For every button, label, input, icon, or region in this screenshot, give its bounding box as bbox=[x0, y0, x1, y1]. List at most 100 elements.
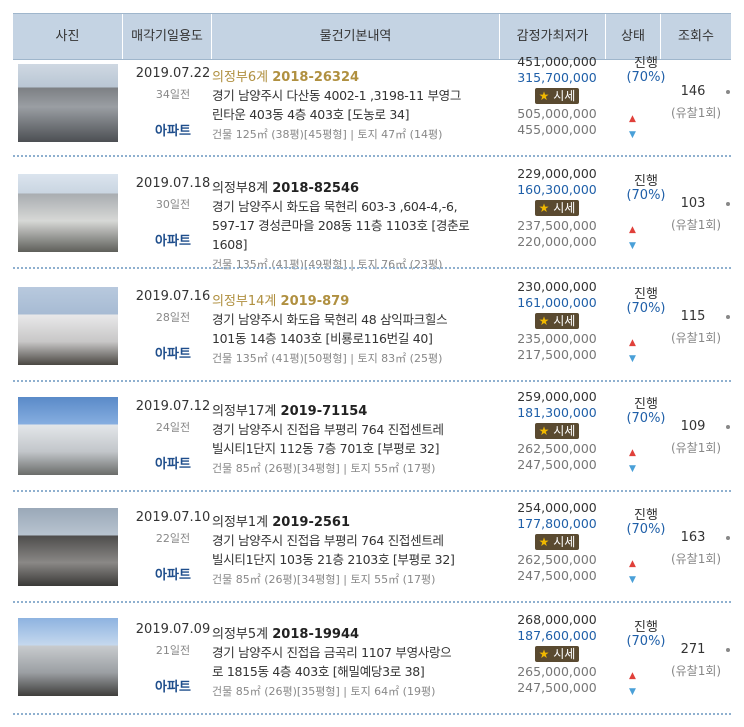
usage-link[interactable]: 아파트 bbox=[123, 120, 223, 139]
table-row[interactable]: 2019.07.16 28일전 아파트 의정부14계 2019-879 경기 남… bbox=[13, 271, 731, 382]
days-left: 22일전 bbox=[155, 532, 191, 545]
address[interactable]: 경기 남양주시 다산동 4002-1 ,3198-11 부영그 린타운 403동… bbox=[212, 86, 500, 124]
usage-link[interactable]: 아파트 bbox=[123, 230, 223, 249]
appraisal-price: 254,000,000 bbox=[517, 500, 597, 515]
address-line: 1608] bbox=[212, 237, 248, 252]
fail-count: (유찰1회) bbox=[670, 106, 722, 120]
case-number[interactable]: 2018-26324 bbox=[272, 70, 359, 85]
triangle-up-icon: ▲ bbox=[629, 338, 636, 348]
appraisal-price: 259,000,000 bbox=[517, 389, 597, 404]
usage-link[interactable]: 아파트 bbox=[123, 676, 223, 695]
sise-label: 시세 bbox=[553, 647, 576, 661]
address-line: 린타운 403동 4층 403호 [도농로 34] bbox=[212, 107, 410, 122]
table-row[interactable]: 2019.07.18 30일전 아파트 의정부8계 2018-82546 경기 … bbox=[13, 158, 731, 271]
address-line: 경기 남양주시 진접읍 금곡리 1107 부영사랑으 bbox=[212, 645, 452, 660]
status-label: 진행 bbox=[634, 174, 658, 189]
area-spec: 건물 85㎡ (26평)[34평형] | 토지 55㎡ (17평) bbox=[212, 462, 436, 475]
market-price-button[interactable]: ★ 시세 bbox=[534, 88, 580, 104]
address-line: 경기 남양주시 화도읍 묵현리 48 삼익파크힐스 bbox=[212, 312, 448, 327]
table-row[interactable]: 2019.07.09 21일전 아파트 의정부5계 2018-19944 경기 … bbox=[13, 604, 731, 715]
bullet-icon bbox=[726, 648, 730, 652]
area-spec: 건물 85㎡ (26평)[34평형] | 토지 55㎡ (17평) bbox=[212, 573, 436, 586]
minimum-price: 187,600,000 bbox=[517, 628, 597, 643]
court-name: 의정부5계 bbox=[212, 627, 269, 642]
case-number[interactable]: 2018-82546 bbox=[272, 181, 359, 196]
price-block: 254,000,000 177,800,000 ★ 시세 262,500,000… bbox=[504, 500, 610, 584]
appraisal-price: 268,000,000 bbox=[517, 612, 597, 627]
price-block: 259,000,000 181,300,000 ★ 시세 262,500,000… bbox=[504, 389, 610, 473]
address[interactable]: 경기 남양주시 진접읍 부평리 764 진접센트레 빌시티1단지 103동 21… bbox=[212, 531, 500, 569]
sise-label: 시세 bbox=[553, 535, 576, 549]
property-photo[interactable] bbox=[18, 508, 118, 586]
case-line[interactable]: 의정부8계 2018-82546 bbox=[212, 177, 500, 196]
table-row[interactable]: 2019.07.12 24일전 아파트 의정부17계 2019-71154 경기… bbox=[13, 381, 731, 492]
property-photo[interactable] bbox=[18, 287, 118, 365]
case-line[interactable]: 의정부14계 2019-879 bbox=[212, 290, 500, 309]
star-icon: ★ bbox=[538, 647, 550, 661]
area-spec: 건물 135㎡ (41평)[49평형] | 토지 76㎡ (23평) bbox=[212, 258, 443, 271]
area-spec: 건물 85㎡ (26평)[35평형] | 토지 64㎡ (19평) bbox=[212, 685, 436, 698]
area-spec: 건물 125㎡ (38평)[45평형] | 토지 47㎡ (14평) bbox=[212, 128, 443, 141]
market-price-button[interactable]: ★ 시세 bbox=[534, 423, 580, 439]
market-price-button[interactable]: ★ 시세 bbox=[534, 534, 580, 550]
sale-date: 2019.07.22 bbox=[135, 66, 211, 81]
table-row[interactable]: 2019.07.10 22일전 아파트 의정부1계 2019-2561 경기 남… bbox=[13, 492, 731, 603]
table-row[interactable]: 2019.07.22 34일전 아파트 의정부6계 2018-26324 경기 … bbox=[13, 46, 731, 157]
case-number[interactable]: 2019-2561 bbox=[272, 515, 350, 530]
triangle-up-icon: ▲ bbox=[629, 671, 636, 681]
case-line[interactable]: 의정부1계 2019-2561 bbox=[212, 511, 500, 530]
case-line[interactable]: 의정부17계 2019-71154 bbox=[212, 400, 500, 419]
market-low-price: 220,000,000 bbox=[517, 234, 597, 249]
case-line[interactable]: 의정부5계 2018-19944 bbox=[212, 623, 500, 642]
market-high-price: 237,500,000 bbox=[517, 218, 597, 233]
usage-link[interactable]: 아파트 bbox=[123, 343, 223, 362]
market-price-button[interactable]: ★ 시세 bbox=[534, 646, 580, 662]
triangle-down-icon: ▼ bbox=[629, 464, 636, 474]
case-number[interactable]: 2018-19944 bbox=[272, 627, 359, 642]
fail-count: (유찰1회) bbox=[670, 218, 722, 232]
market-high-price: 262,500,000 bbox=[517, 552, 597, 567]
sale-date: 2019.07.12 bbox=[135, 399, 211, 414]
sale-date: 2019.07.09 bbox=[135, 622, 211, 637]
usage-link[interactable]: 아파트 bbox=[123, 453, 223, 472]
market-low-price: 217,500,000 bbox=[517, 347, 597, 362]
case-number[interactable]: 2019-71154 bbox=[281, 404, 368, 419]
court-name: 의정부8계 bbox=[212, 181, 269, 196]
row-separator bbox=[13, 601, 731, 603]
fail-count: (유찰1회) bbox=[670, 331, 722, 345]
status-label: 진행 bbox=[634, 508, 658, 523]
market-low-price: 247,500,000 bbox=[517, 680, 597, 695]
property-info: 의정부5계 2018-19944 경기 남양주시 진접읍 금곡리 1107 부영… bbox=[212, 623, 500, 699]
market-price-button[interactable]: ★ 시세 bbox=[534, 200, 580, 216]
market-high-price: 235,000,000 bbox=[517, 331, 597, 346]
court-name: 의정부17계 bbox=[212, 404, 277, 419]
court-name: 의정부6계 bbox=[212, 70, 269, 85]
minimum-price: 177,800,000 bbox=[517, 516, 597, 531]
property-photo[interactable] bbox=[18, 397, 118, 475]
address[interactable]: 경기 남양주시 화도읍 묵현리 603-3 ,604-4,-6, 597-17 … bbox=[212, 197, 500, 254]
address-line: 빌시티1단지 112동 7층 701호 [부평로 32] bbox=[212, 441, 440, 456]
property-photo[interactable] bbox=[18, 618, 118, 696]
address[interactable]: 경기 남양주시 진접읍 부평리 764 진접센트레 빌시티1단지 112동 7층… bbox=[212, 420, 500, 458]
sise-label: 시세 bbox=[553, 424, 576, 438]
address[interactable]: 경기 남양주시 진접읍 금곡리 1107 부영사랑으 로 1815동 4층 40… bbox=[212, 643, 500, 681]
property-photo[interactable] bbox=[18, 64, 118, 142]
property-photo[interactable] bbox=[18, 174, 118, 252]
star-icon: ★ bbox=[538, 424, 550, 438]
minimum-price: 315,700,000 bbox=[517, 70, 597, 85]
row-separator bbox=[13, 155, 731, 157]
minimum-price: 161,000,000 bbox=[517, 295, 597, 310]
triangle-down-icon: ▼ bbox=[629, 575, 636, 585]
address-line: 경기 남양주시 진접읍 부평리 764 진접센트레 bbox=[212, 422, 444, 437]
case-line[interactable]: 의정부6계 2018-26324 bbox=[212, 66, 500, 85]
appraisal-price: 451,000,000 bbox=[517, 54, 597, 69]
case-number[interactable]: 2019-879 bbox=[281, 294, 350, 309]
view-count: 271 bbox=[680, 642, 706, 657]
price-block: 229,000,000 160,300,000 ★ 시세 237,500,000… bbox=[504, 166, 610, 250]
address[interactable]: 경기 남양주시 화도읍 묵현리 48 삼익파크힐스 101동 14층 1403호… bbox=[212, 310, 500, 348]
usage-link[interactable]: 아파트 bbox=[123, 564, 223, 583]
price-block: 230,000,000 161,000,000 ★ 시세 235,000,000… bbox=[504, 279, 610, 363]
market-high-price: 505,000,000 bbox=[517, 106, 597, 121]
market-price-button[interactable]: ★ 시세 bbox=[534, 313, 580, 329]
address-line: 경기 남양주시 다산동 4002-1 ,3198-11 부영그 bbox=[212, 88, 462, 103]
